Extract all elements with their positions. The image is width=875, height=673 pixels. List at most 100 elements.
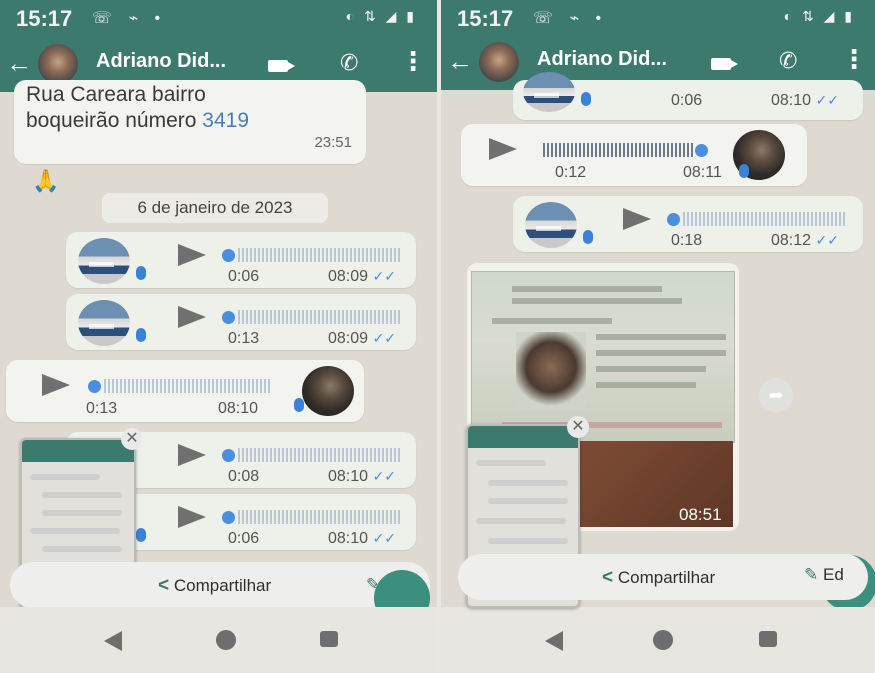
playback-dot[interactable]: [222, 249, 235, 262]
voice-duration: 0:08: [228, 468, 260, 485]
sender-avatar: [78, 300, 130, 346]
message-bubble[interactable]: Rua Careara bairro boqueirão número 3419…: [14, 80, 366, 164]
contact-name[interactable]: Adriano Did...: [537, 48, 667, 71]
notification-icons: ☏ ⌁ •: [533, 10, 608, 27]
image-time: 08:51: [679, 505, 722, 524]
sender-avatar: [525, 202, 577, 248]
nav-recents-icon[interactable]: [759, 631, 777, 647]
id-photo: [516, 332, 586, 410]
contact-name[interactable]: Adriano Did...: [96, 50, 226, 73]
video-call-icon[interactable]: [268, 60, 295, 72]
mic-icon: [136, 328, 146, 342]
emoji-message: 🙏: [32, 168, 60, 193]
pencil-icon: ✎: [804, 565, 819, 584]
play-icon[interactable]: [178, 306, 206, 328]
play-icon[interactable]: [178, 506, 206, 528]
voice-duration: 0:06: [228, 530, 260, 547]
more-options-icon[interactable]: ⋮: [841, 44, 867, 75]
left-phone-screen: 15:17 ☏ ⌁ • ◐ ⇅ ◢ ▮ ← Adriano Did... ✆ ⋮…: [0, 0, 437, 673]
voice-time: 08:11: [683, 164, 722, 181]
play-icon[interactable]: [178, 444, 206, 466]
play-icon[interactable]: [623, 208, 651, 230]
notification-icons: ☏ ⌁ •: [92, 10, 167, 27]
status-time: 15:17: [16, 6, 73, 31]
voice-message-incoming[interactable]: 0:13 08:10: [6, 360, 364, 422]
voice-message[interactable]: 0:18 08:12 ✓✓: [513, 196, 863, 252]
voice-duration: 0:18: [671, 232, 703, 249]
close-icon[interactable]: ✕: [567, 416, 589, 438]
mic-icon: [581, 92, 591, 106]
double-check-icon: ✓✓: [372, 468, 396, 484]
status-bar: 15:17 ☏ ⌁ • ◐ ⇅ ◢ ▮: [441, 0, 875, 36]
date-separator: 6 de janeiro de 2023: [102, 193, 328, 223]
double-check-icon: ✓✓: [372, 268, 396, 284]
id-document-image[interactable]: [471, 271, 735, 443]
share-button[interactable]: < Compartilhar: [602, 567, 715, 589]
signal-battery-icons: ◐ ⇅ ◢ ▮: [345, 8, 417, 24]
nav-back-icon[interactable]: [104, 631, 122, 651]
waveform[interactable]: [238, 310, 402, 324]
play-icon[interactable]: [178, 244, 206, 266]
message-line-2: boqueirão número 3419: [26, 108, 249, 134]
voice-time: 08:09 ✓✓: [328, 330, 396, 347]
voice-duration: 0:06: [228, 268, 260, 285]
message-number[interactable]: 3419: [202, 109, 249, 132]
double-check-icon: ✓✓: [372, 530, 396, 546]
voice-time: 08:12 ✓✓: [771, 232, 839, 249]
nav-home-icon[interactable]: [216, 630, 236, 650]
waveform[interactable]: [104, 379, 272, 393]
status-time: 15:17: [457, 6, 514, 31]
signal-battery-icons: ◐ ⇅ ◢ ▮: [783, 8, 855, 24]
playback-dot[interactable]: [667, 213, 680, 226]
playback-dot[interactable]: [695, 144, 708, 157]
share-toolbar: < Compartilhar ✎ Ed: [458, 554, 868, 600]
nav-home-icon[interactable]: [653, 630, 673, 650]
playback-dot[interactable]: [88, 380, 101, 393]
waveform[interactable]: [238, 448, 402, 462]
voice-time: 08:10 ✓✓: [328, 468, 396, 485]
share-icon: <: [602, 567, 614, 588]
mic-icon: [294, 398, 304, 412]
voice-message[interactable]: 0:06 08:09 ✓✓: [66, 232, 416, 288]
nav-back-icon[interactable]: [545, 631, 563, 651]
voice-duration: 0:13: [86, 400, 118, 417]
contact-avatar[interactable]: [38, 44, 78, 84]
share-icon: <: [158, 575, 170, 596]
voice-time: 08:10 ✓✓: [328, 530, 396, 547]
back-arrow-icon[interactable]: ←: [6, 48, 32, 79]
double-check-icon: ✓✓: [815, 92, 839, 108]
forward-icon[interactable]: ➦: [759, 378, 793, 412]
phone-call-icon[interactable]: ✆: [779, 48, 797, 74]
waveform[interactable]: [238, 248, 402, 262]
voice-message-incoming[interactable]: 0:12 08:11: [461, 124, 807, 186]
voice-message[interactable]: 0:13 08:09 ✓✓: [66, 294, 416, 350]
voice-duration: 0:13: [228, 330, 260, 347]
mic-icon: [583, 230, 593, 244]
share-toolbar: < Compartilhar ✎ Ed: [10, 562, 430, 608]
contact-avatar[interactable]: [479, 42, 519, 82]
close-icon[interactable]: ✕: [121, 428, 143, 450]
playback-dot[interactable]: [222, 511, 235, 524]
play-icon[interactable]: [42, 374, 70, 396]
more-options-icon[interactable]: ⋮: [400, 46, 426, 77]
double-check-icon: ✓✓: [372, 330, 396, 346]
playback-dot[interactable]: [222, 449, 235, 462]
contact-avatar: [302, 366, 354, 416]
message-line-1: Rua Careara bairro: [26, 83, 206, 106]
nav-recents-icon[interactable]: [320, 631, 338, 647]
playback-dot[interactable]: [222, 311, 235, 324]
message-time: 23:51: [314, 134, 352, 151]
play-icon[interactable]: [489, 138, 517, 160]
waveform[interactable]: [543, 143, 693, 157]
share-button[interactable]: < Compartilhar: [158, 575, 271, 597]
video-call-icon[interactable]: [711, 58, 738, 70]
voice-message[interactable]: 0:06 08:10 ✓✓: [513, 72, 863, 120]
waveform[interactable]: [238, 510, 402, 524]
edit-button[interactable]: ✎ Ed: [804, 565, 844, 585]
waveform[interactable]: [683, 212, 847, 226]
back-arrow-icon[interactable]: ←: [447, 46, 473, 77]
voice-time: 08:10 ✓✓: [771, 92, 839, 109]
phone-call-icon[interactable]: ✆: [340, 50, 358, 76]
status-bar: 15:17 ☏ ⌁ • ◐ ⇅ ◢ ▮: [0, 0, 437, 36]
sender-avatar: [523, 72, 575, 112]
